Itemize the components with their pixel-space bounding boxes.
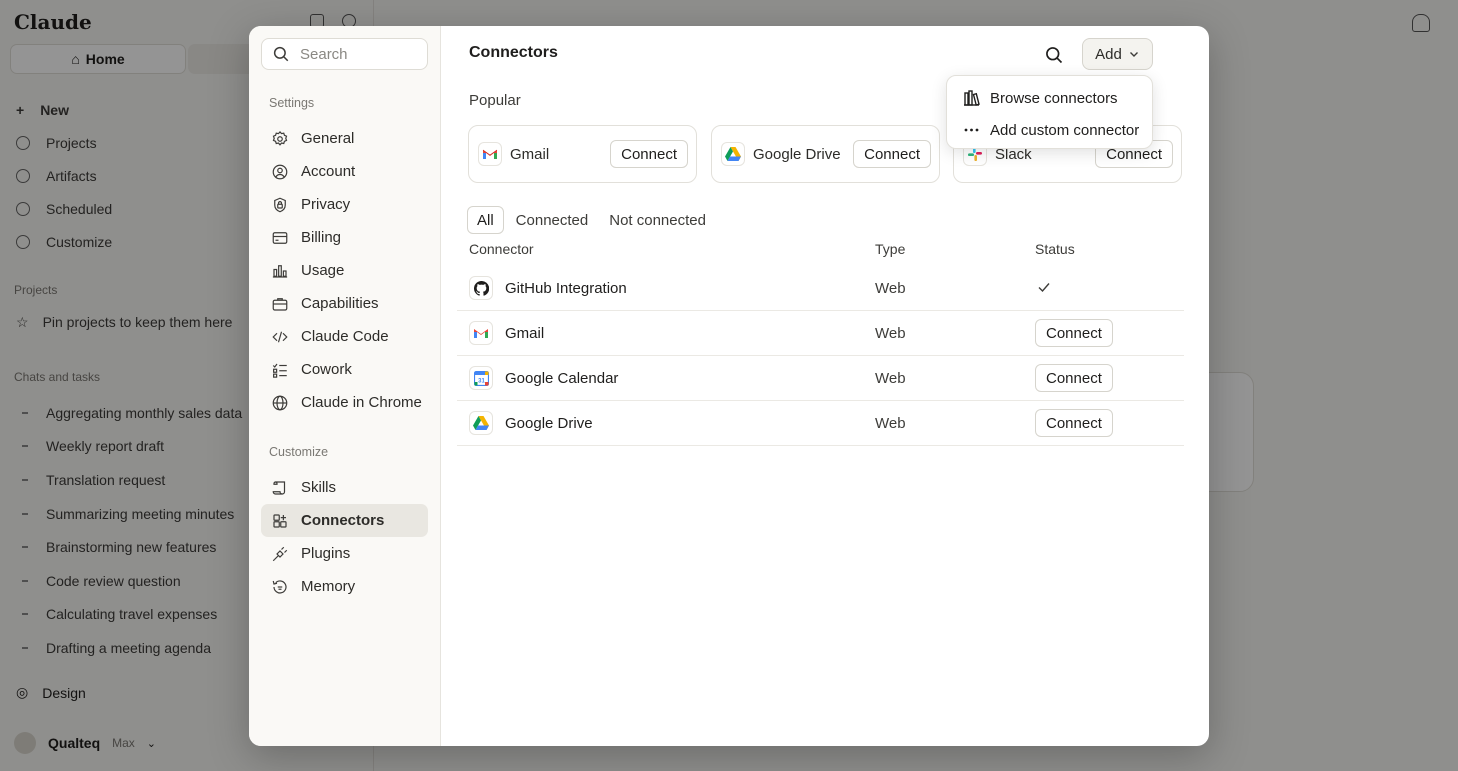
table-row[interactable]: 31 Google Calendar Web Connect [457,356,1184,401]
connector-type: Web [875,279,906,297]
connector-type: Web [875,324,906,342]
sidebar-item-label: Claude in Chrome [301,394,422,411]
globe-icon [272,395,288,410]
shield-lock-icon [274,197,286,212]
sidebar-item-label: General [301,130,355,147]
check-icon [1037,280,1051,296]
sidebar-item-label: Privacy [301,196,351,213]
more-horizontal-icon [964,128,979,132]
tab-connected[interactable]: Connected [507,206,598,234]
connector-table: GitHub Integration Web Gmail Web Connect… [457,266,1184,446]
customize-list: Skills Connectors Plugins Memory [261,471,428,603]
popular-card-google-drive: Google Drive Connect [711,125,940,183]
sidebar-item-label: Connectors [301,512,385,529]
connector-name: GitHub Integration [505,279,627,297]
filter-tabs: All Connected Not connected [467,206,718,234]
sidebar-item-skills[interactable]: Skills [261,471,428,504]
sidebar-item-plugins[interactable]: Plugins [261,537,428,570]
sidebar-item-connectors[interactable]: Connectors [261,504,428,537]
gear-icon [272,130,288,146]
sidebar-item-general[interactable]: General [261,122,428,155]
popular-label: Popular [469,92,521,109]
table-row[interactable]: GitHub Integration Web [457,266,1184,311]
column-header-type: Type [875,241,906,257]
menu-item-browse-connectors[interactable]: Browse connectors [947,82,1152,114]
sidebar-item-privacy[interactable]: Privacy [261,188,428,221]
connect-button[interactable]: Connect [853,140,931,168]
gmail-icon [469,321,493,345]
search-icon [1046,47,1063,64]
sidebar-item-claude-in-chrome[interactable]: Claude in Chrome [261,386,428,419]
connector-name: Google Drive [753,145,841,163]
connector-type: Web [875,369,906,387]
search-button[interactable] [1042,43,1066,67]
add-button[interactable]: Add [1082,38,1153,70]
sidebar-item-label: Cowork [301,361,352,378]
memory-icon [272,579,287,594]
google-drive-icon [469,411,493,435]
bar-chart-icon [272,264,288,278]
grid-plus-icon [273,513,287,528]
library-icon [964,90,980,106]
sidebar-item-memory[interactable]: Memory [261,570,428,603]
connect-button[interactable]: Connect [1035,409,1113,437]
google-calendar-icon: 31 [469,366,493,390]
sidebar-item-label: Memory [301,578,356,595]
sidebar-item-label: Usage [301,262,345,279]
credit-card-icon [272,231,288,244]
add-dropdown-menu: Browse connectors Add custom connector [946,75,1153,149]
sidebar-item-label: Account [301,163,356,180]
chevron-down-icon [1129,52,1138,57]
connector-name: Gmail [505,324,545,342]
plug-icon [272,546,288,561]
add-button-label: Add [1095,45,1122,63]
menu-item-add-custom-connector[interactable]: Add custom connector [947,114,1152,146]
sidebar-item-capabilities[interactable]: Capabilities [261,287,428,320]
scroll-icon [272,480,286,495]
sidebar-item-billing[interactable]: Billing [261,221,428,254]
sidebar-item-usage[interactable]: Usage [261,254,428,287]
table-row[interactable]: Google Drive Web Connect [457,401,1184,446]
column-header-connector: Connector [469,241,534,257]
google-drive-icon [721,142,745,166]
sidebar-item-claude-code[interactable]: Claude Code [261,320,428,353]
popular-card-gmail: Gmail Connect [468,125,697,183]
menu-item-label: Browse connectors [990,89,1118,107]
svg-text:31: 31 [478,378,485,384]
tab-not-connected[interactable]: Not connected [600,206,715,234]
connector-name: Google Calendar [505,369,619,387]
github-icon [469,276,493,300]
sidebar-item-label: Claude Code [301,328,389,345]
tab-all[interactable]: All [467,206,504,234]
customize-section-label: Customize [269,445,329,459]
gmail-icon [478,142,502,166]
connector-name: Gmail [510,145,550,163]
search-input[interactable] [300,45,420,63]
user-circle-icon [272,164,288,179]
page-title: Connectors [469,44,558,61]
sidebar-item-label: Skills [301,479,337,496]
settings-search[interactable] [261,38,428,70]
sidebar-item-cowork[interactable]: Cowork [261,353,428,386]
column-header-status: Status [1035,241,1075,257]
sidebar-item-label: Plugins [301,545,351,562]
connect-button[interactable]: Connect [1035,364,1113,392]
menu-item-label: Add custom connector [990,121,1140,139]
sidebar-item-account[interactable]: Account [261,155,428,188]
code-icon [272,331,288,342]
connector-type: Web [875,414,906,432]
connect-button[interactable]: Connect [610,140,688,168]
table-row[interactable]: Gmail Web Connect [457,311,1184,356]
briefcase-icon [272,297,288,311]
checklist-icon [272,363,287,378]
connect-button[interactable]: Connect [1035,319,1113,347]
connector-name: Google Drive [505,414,593,432]
search-icon [273,46,289,62]
settings-list: General Account Privacy Billing Usage Ca… [261,122,428,419]
sidebar-item-label: Capabilities [301,295,379,312]
sidebar-item-label: Billing [301,229,342,246]
settings-section-label: Settings [269,96,315,110]
settings-sidebar: Settings General Account Privacy Billing… [249,26,441,746]
